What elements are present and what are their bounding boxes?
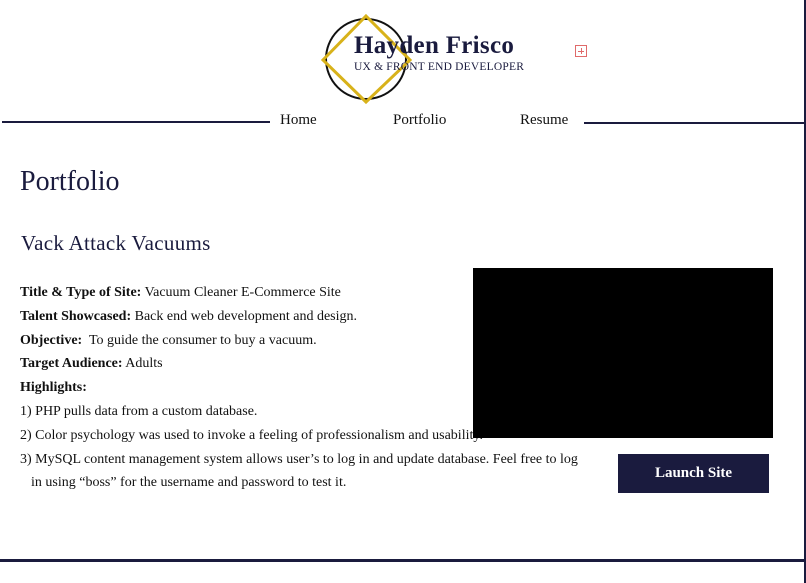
launch-site-button[interactable]: Launch Site xyxy=(618,454,769,493)
footer-divider xyxy=(0,559,806,562)
detail-value: Back end web development and design. xyxy=(131,308,358,324)
logo-name: Hayden Frisco xyxy=(354,32,515,59)
page-title: Portfolio xyxy=(20,166,120,197)
detail-value: Vacuum Cleaner E-Commerce Site xyxy=(141,285,341,300)
logo-emblem-icon xyxy=(320,14,413,105)
site-logo[interactable]: Hayden Frisco UX & FRONT END DEVELOPER xyxy=(320,14,550,106)
site-preview-image xyxy=(473,268,773,438)
nav-divider-right xyxy=(584,122,806,124)
nav-home-link[interactable]: Home xyxy=(280,112,317,129)
nav-resume-link[interactable]: Resume xyxy=(520,112,568,129)
project-title: Vack Attack Vacuums xyxy=(21,231,211,255)
detail-label: Objective: xyxy=(20,332,83,348)
broken-image-icon xyxy=(575,45,587,57)
detail-label: Title & Type of Site: xyxy=(20,285,142,300)
highlight-item-continuation: in using “boss” for the username and pas… xyxy=(31,475,347,491)
detail-label: Target Audience: xyxy=(20,356,123,372)
nav-divider-left xyxy=(2,121,270,123)
detail-label: Talent Showcased: xyxy=(20,308,132,324)
detail-value: Adults xyxy=(122,356,163,372)
nav-portfolio-link[interactable]: Portfolio xyxy=(393,112,446,129)
logo-subtitle: UX & FRONT END DEVELOPER xyxy=(354,61,525,73)
detail-value: To guide the consumer to buy a vacuum. xyxy=(82,332,317,348)
highlight-item: 3) MySQL content management system allow… xyxy=(20,451,578,467)
